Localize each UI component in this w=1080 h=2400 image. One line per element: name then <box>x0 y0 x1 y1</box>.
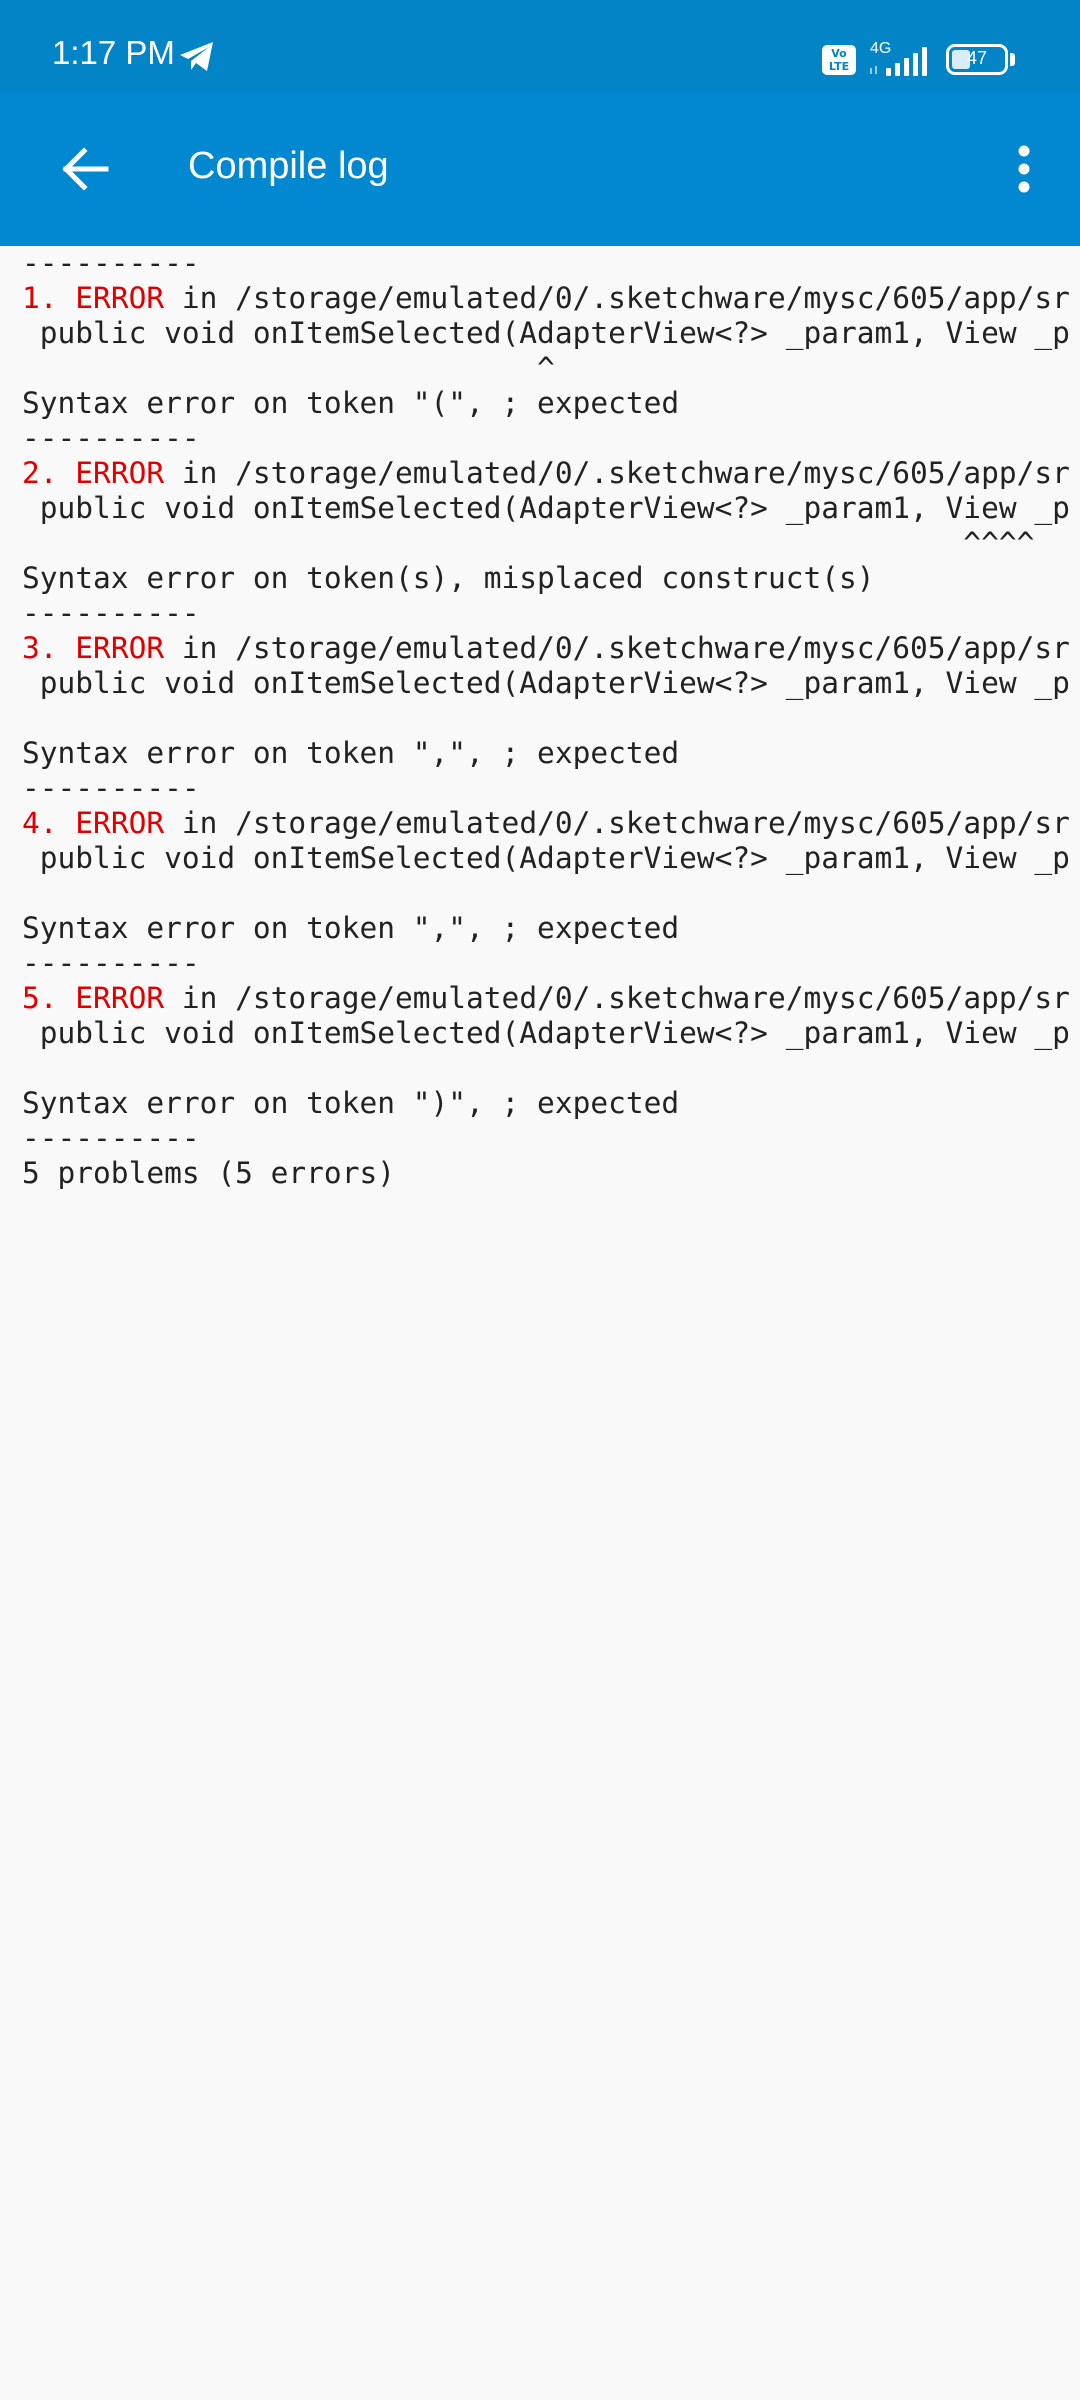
separator-line: ---------- <box>22 596 200 630</box>
error-code-line: public void onItemSelected(AdapterView<?… <box>22 666 1070 700</box>
overflow-menu-button[interactable] <box>988 124 1060 214</box>
error-marker-line: ^^^^ <box>22 526 1035 560</box>
error-code-line: public void onItemSelected(AdapterView<?… <box>22 491 1070 525</box>
error-header-line: 3. ERROR in /storage/emulated/0/.sketchw… <box>22 631 1080 666</box>
separator-line: ---------- <box>22 946 200 980</box>
error-number: 2. <box>22 456 58 490</box>
battery-cap <box>1010 53 1015 66</box>
error-location: in /storage/emulated/0/.sketchware/mysc/… <box>164 281 1070 315</box>
error-message: Syntax error on token ",", ; expected <box>22 911 680 945</box>
battery-icon: 47 <box>946 44 1008 75</box>
error-code-line: public void onItemSelected(AdapterView<?… <box>22 316 1070 350</box>
compile-log[interactable]: ---------- 1. ERROR in /storage/emulated… <box>22 246 1080 2400</box>
error-header-line: 5. ERROR in /storage/emulated/0/.sketchw… <box>22 981 1080 1016</box>
error-label: ERROR <box>75 806 165 840</box>
app-bar: Compile log <box>0 92 1080 246</box>
error-number: 4. <box>22 806 58 840</box>
error-message: Syntax error on token(s), misplaced cons… <box>22 561 875 595</box>
page-title: Compile log <box>188 145 389 187</box>
error-number: 5. <box>22 981 58 1015</box>
more-vert-icon <box>1018 145 1030 193</box>
error-code-line: public void onItemSelected(AdapterView<?… <box>22 841 1070 875</box>
error-label: ERROR <box>75 631 165 665</box>
status-time: 1:17 PM <box>52 34 175 71</box>
error-number: 3. <box>22 631 58 665</box>
error-header-line: 2. ERROR in /storage/emulated/0/.sketchw… <box>22 456 1080 491</box>
error-location: in /storage/emulated/0/.sketchware/mysc/… <box>164 981 1070 1015</box>
problems-summary: 5 problems (5 errors) <box>22 1156 395 1190</box>
error-code-line: public void onItemSelected(AdapterView<?… <box>22 1016 1070 1050</box>
error-location: in /storage/emulated/0/.sketchware/mysc/… <box>164 631 1070 665</box>
battery-percent: 47 <box>966 48 988 68</box>
error-label: ERROR <box>75 456 165 490</box>
error-marker-line: ^ <box>22 351 555 385</box>
separator-line: ---------- <box>22 421 200 455</box>
status-bar: 1:17 PM Vo LTE 4G 47 <box>0 0 1080 92</box>
back-button[interactable] <box>40 124 130 214</box>
separator-line: ---------- <box>22 246 200 280</box>
error-location: in /storage/emulated/0/.sketchware/mysc/… <box>164 456 1070 490</box>
error-marker-line <box>22 701 1080 736</box>
error-message: Syntax error on token "(", ; expected <box>22 386 680 420</box>
error-label: ERROR <box>75 281 165 315</box>
error-label: ERROR <box>75 981 165 1015</box>
error-marker-line <box>22 1051 1080 1086</box>
signal-strength-icon <box>870 47 927 76</box>
error-marker-line <box>22 876 1080 911</box>
error-message: Syntax error on token ",", ; expected <box>22 736 680 770</box>
error-location: in /storage/emulated/0/.sketchware/mysc/… <box>164 806 1070 840</box>
telegram-icon <box>180 42 213 71</box>
error-header-line: 1. ERROR in /storage/emulated/0/.sketchw… <box>22 281 1080 316</box>
volte-icon: Vo LTE <box>822 45 856 75</box>
error-header-line: 4. ERROR in /storage/emulated/0/.sketchw… <box>22 806 1080 841</box>
separator-line: ---------- <box>22 771 200 805</box>
separator-line: ---------- <box>22 1121 200 1155</box>
error-number: 1. <box>22 281 58 315</box>
error-message: Syntax error on token ")", ; expected <box>22 1086 680 1120</box>
arrow-left-icon <box>62 147 109 191</box>
